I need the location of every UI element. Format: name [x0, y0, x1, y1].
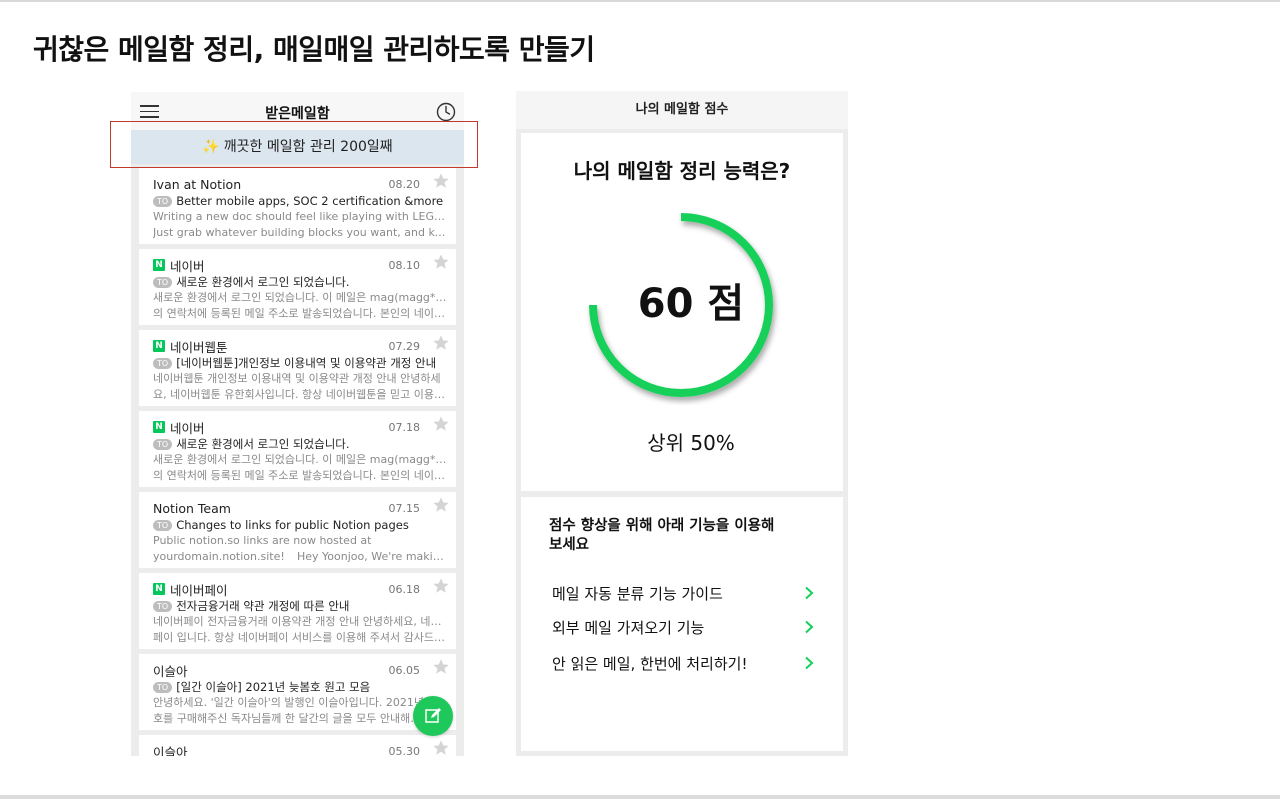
- star-icon[interactable]: [432, 658, 450, 676]
- star-icon[interactable]: [432, 739, 450, 756]
- mail-date: 07.29: [388, 339, 421, 353]
- mail-preview-line: Public notion.so links are now hosted at: [153, 534, 372, 547]
- score-screen: 나의 메일함 점수 나의 메일함 정리 능력은? 60 점 상위 50% 점수 …: [516, 91, 848, 756]
- mail-preview-line: 네이버페이 전자금융거래 이용약관 개정 안내 안녕하세요, 네이버: [153, 615, 447, 628]
- mail-preview-line: Just grab whatever building blocks you w…: [153, 226, 447, 239]
- tips-title: 점수 향상을 위해 아래 기능을 이용해보세요: [549, 518, 775, 553]
- mail-sender: 네이버: [170, 420, 205, 436]
- mail-preview-line: 의 연락처에 등록된 메일 주소로 발송되었습니다. 본인의 네이…: [153, 307, 445, 320]
- mail-date: 06.18: [388, 582, 421, 596]
- score-card: 나의 메일함 정리 능력은? 60 점 상위 50%: [521, 133, 843, 491]
- mail-sender: 이슬아: [153, 663, 188, 679]
- slide-bottom-border: [0, 795, 1280, 799]
- mail-sender: Ivan at Notion: [153, 176, 242, 192]
- tip-label: 외부 메일 가져오기 기능: [552, 618, 705, 637]
- chevron-right-icon: [805, 656, 814, 670]
- star-icon[interactable]: [432, 496, 450, 514]
- mail-date: 07.18: [388, 420, 421, 434]
- mail-subject: Changes to links for public Notion pages: [176, 518, 409, 532]
- clock-icon[interactable]: [436, 102, 456, 122]
- mail-subject: 전자금융거래 약관 개정에 따른 안내: [176, 599, 350, 613]
- mail-subject: 새로운 환경에서 로그인 되었습니다.: [176, 275, 350, 289]
- mail-preview-text: yourdomain.notion.site!: [153, 550, 285, 563]
- mail-subject: [일간 이슬아] 2021년 늦봄호 원고 모음: [176, 680, 371, 694]
- star-icon[interactable]: [432, 415, 450, 433]
- tip-auto-sort-guide[interactable]: 메일 자동 분류 기능 가이드: [552, 581, 814, 605]
- star-icon[interactable]: [432, 334, 450, 352]
- mail-item[interactable]: Notion Team 07.15 TO Changes to links fo…: [139, 492, 456, 568]
- mail-sender: 네이버: [170, 258, 205, 274]
- naver-n-icon: N: [153, 259, 165, 271]
- to-badge: TO: [153, 357, 173, 369]
- inbox-title: 받은메일함: [265, 106, 330, 122]
- mail-list: Ivan at Notion 08.20 TO Better mobile ap…: [139, 168, 456, 756]
- naver-n-icon: N: [153, 421, 165, 433]
- mail-item[interactable]: N 네이버페이 06.18 TO 전자금융거래 약관 개정에 따른 안내 네이버…: [139, 573, 456, 649]
- to-badge: TO: [153, 681, 173, 693]
- inbox-screen: 받은메일함 ✨ 깨끗한 메일함 관리 200일째 Ivan at Notion 0…: [131, 92, 464, 756]
- mail-preview-line: 의 연락처에 등록된 메일 주소로 발송되었습니다. 본인의 네이…: [153, 469, 445, 482]
- score-header: 나의 메일함 점수: [516, 91, 848, 129]
- mail-preview-line: 호를 구매해주신 독자님들께 한 달간의 글을 모두 안내해…: [153, 712, 422, 725]
- to-badge: TO: [153, 519, 173, 531]
- mail-preview-line: 요, 네이버웹툰 유한회사입니다. 항상 네이버웹툰을 믿고 이용…: [153, 388, 445, 401]
- mail-date: 08.10: [388, 258, 421, 272]
- chevron-right-icon: [805, 620, 814, 634]
- tips-card: 점수 향상을 위해 아래 기능을 이용해보세요 메일 자동 분류 기능 가이드 …: [521, 497, 843, 751]
- score-value: 60 점: [637, 281, 745, 327]
- to-badge: TO: [153, 438, 173, 450]
- naver-n-icon: N: [153, 583, 165, 595]
- mail-sender: 네이버웹툰: [170, 339, 228, 355]
- mail-preview-line: 새로운 환경에서 로그인 되었습니다. 이 메일은 mag(magg****): [153, 291, 447, 304]
- mail-item[interactable]: N 네이버웹툰 07.29 TO [네이버웹툰]개인정보 이용내역 및 이용약관…: [139, 330, 456, 406]
- to-badge: TO: [153, 276, 173, 288]
- tip-process-unread-mail[interactable]: 안 읽은 메일, 한번에 처리하기!: [552, 651, 814, 675]
- mail-preview-line: 페이 입니다. 항상 네이버페이 서비스를 이용해 주셔서 감사드…: [153, 631, 445, 644]
- score-question: 나의 메일함 정리 능력은?: [573, 159, 791, 183]
- to-badge: TO: [153, 195, 173, 207]
- tip-label: 메일 자동 분류 기능 가이드: [552, 584, 723, 603]
- mail-preview-line: yourdomain.notion.site! Hey Yoonjoo, We'…: [153, 549, 447, 565]
- star-icon[interactable]: [432, 577, 450, 595]
- mail-item[interactable]: 이슬아 06.05 TO [일간 이슬아] 2021년 늦봄호 원고 모음 안녕…: [139, 654, 456, 730]
- star-icon[interactable]: [432, 253, 450, 271]
- score-rank: 상위 50%: [647, 431, 735, 455]
- banner-highlight-outline: [110, 121, 478, 168]
- mail-item[interactable]: Ivan at Notion 08.20 TO Better mobile ap…: [139, 168, 456, 244]
- mail-preview-line: Writing a new doc should feel like playi…: [153, 210, 447, 223]
- to-badge: TO: [153, 600, 173, 612]
- mail-preview-line: 네이버웹툰 개인정보 이용내역 및 이용약관 개정 안내 안녕하세: [153, 372, 441, 385]
- mail-subject: [네이버웹툰]개인정보 이용내역 및 이용약관 개정 안내: [176, 356, 437, 370]
- mail-preview-text: Hey Yoonjoo, We're maki…: [297, 550, 444, 563]
- mail-item[interactable]: 이슬아 05.30: [139, 735, 456, 756]
- mail-date: 06.05: [388, 663, 421, 677]
- mail-sender: 이슬아: [153, 744, 188, 757]
- slide-top-border: [0, 0, 1280, 2]
- mail-date: 07.15: [388, 501, 421, 515]
- chevron-right-icon: [805, 586, 814, 600]
- tip-label: 안 읽은 메일, 한번에 처리하기!: [552, 654, 748, 673]
- tip-import-external-mail[interactable]: 외부 메일 가져오기 기능: [552, 615, 814, 639]
- mail-subject: Better mobile apps, SOC 2 certification …: [176, 194, 444, 208]
- mail-date: 08.20: [388, 177, 421, 191]
- mail-sender: Notion Team: [153, 500, 231, 516]
- mail-item[interactable]: N 네이버 08.10 TO 새로운 환경에서 로그인 되었습니다. 새로운 환…: [139, 249, 456, 325]
- mail-subject: 새로운 환경에서 로그인 되었습니다.: [176, 437, 350, 451]
- naver-n-icon: N: [153, 340, 165, 352]
- star-icon[interactable]: [432, 172, 450, 190]
- mail-date: 05.30: [388, 744, 421, 757]
- slide-headline: 귀찮은 메일함 정리, 매일매일 관리하도록 만들기: [33, 33, 595, 66]
- mail-preview-line: 새로운 환경에서 로그인 되었습니다. 이 메일은 mag(magg****): [153, 453, 447, 466]
- compose-button[interactable]: [413, 696, 453, 736]
- mail-sender: 네이버페이: [170, 582, 228, 598]
- compose-icon: [425, 708, 441, 723]
- mail-preview-line: 안녕하세요. '일간 이슬아'의 발행인 이슬아입니다. 2021년 …: [153, 696, 439, 709]
- mail-item[interactable]: N 네이버 07.18 TO 새로운 환경에서 로그인 되었습니다. 새로운 환…: [139, 411, 456, 487]
